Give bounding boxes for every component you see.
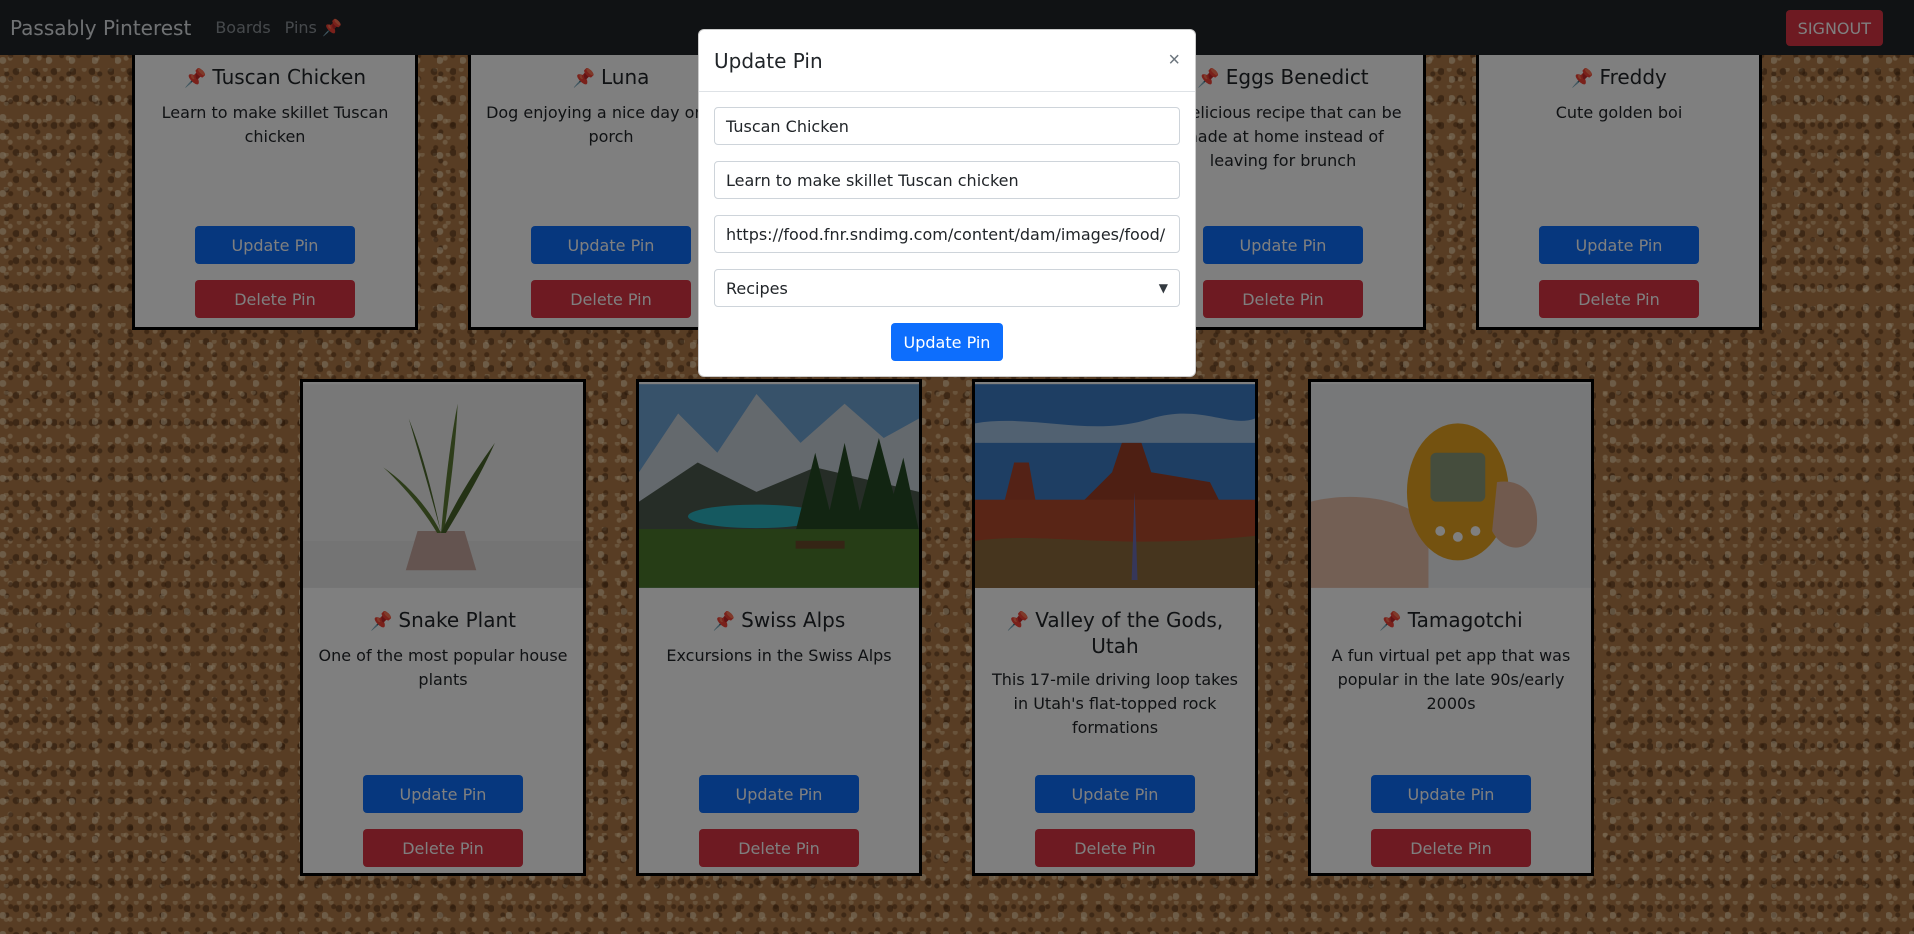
modal-header: Update Pin ×: [699, 30, 1195, 92]
update-pin-modal: Update Pin × Tuscan Chicken Learn to mak…: [698, 29, 1196, 377]
board-select[interactable]: Recipes ▼: [714, 269, 1180, 307]
pin-description-field[interactable]: Learn to make skillet Tuscan chicken: [714, 161, 1180, 199]
pin-name-field[interactable]: Tuscan Chicken: [714, 107, 1180, 145]
board-select-value: Recipes: [726, 278, 788, 298]
pin-image-url-value: https://food.fnr.sndimg.com/content/dam/…: [726, 224, 1166, 244]
modal-title: Update Pin: [714, 48, 823, 73]
pin-image-url-field[interactable]: https://food.fnr.sndimg.com/content/dam/…: [714, 215, 1180, 253]
modal-body: Tuscan Chicken Learn to make skillet Tus…: [699, 92, 1195, 376]
pin-name-value: Tuscan Chicken: [726, 116, 849, 136]
pin-description-value: Learn to make skillet Tuscan chicken: [726, 170, 1019, 190]
modal-update-pin-button[interactable]: Update Pin: [890, 323, 1004, 361]
chevron-down-icon: ▼: [1158, 281, 1168, 295]
close-icon[interactable]: ×: [1168, 49, 1180, 72]
